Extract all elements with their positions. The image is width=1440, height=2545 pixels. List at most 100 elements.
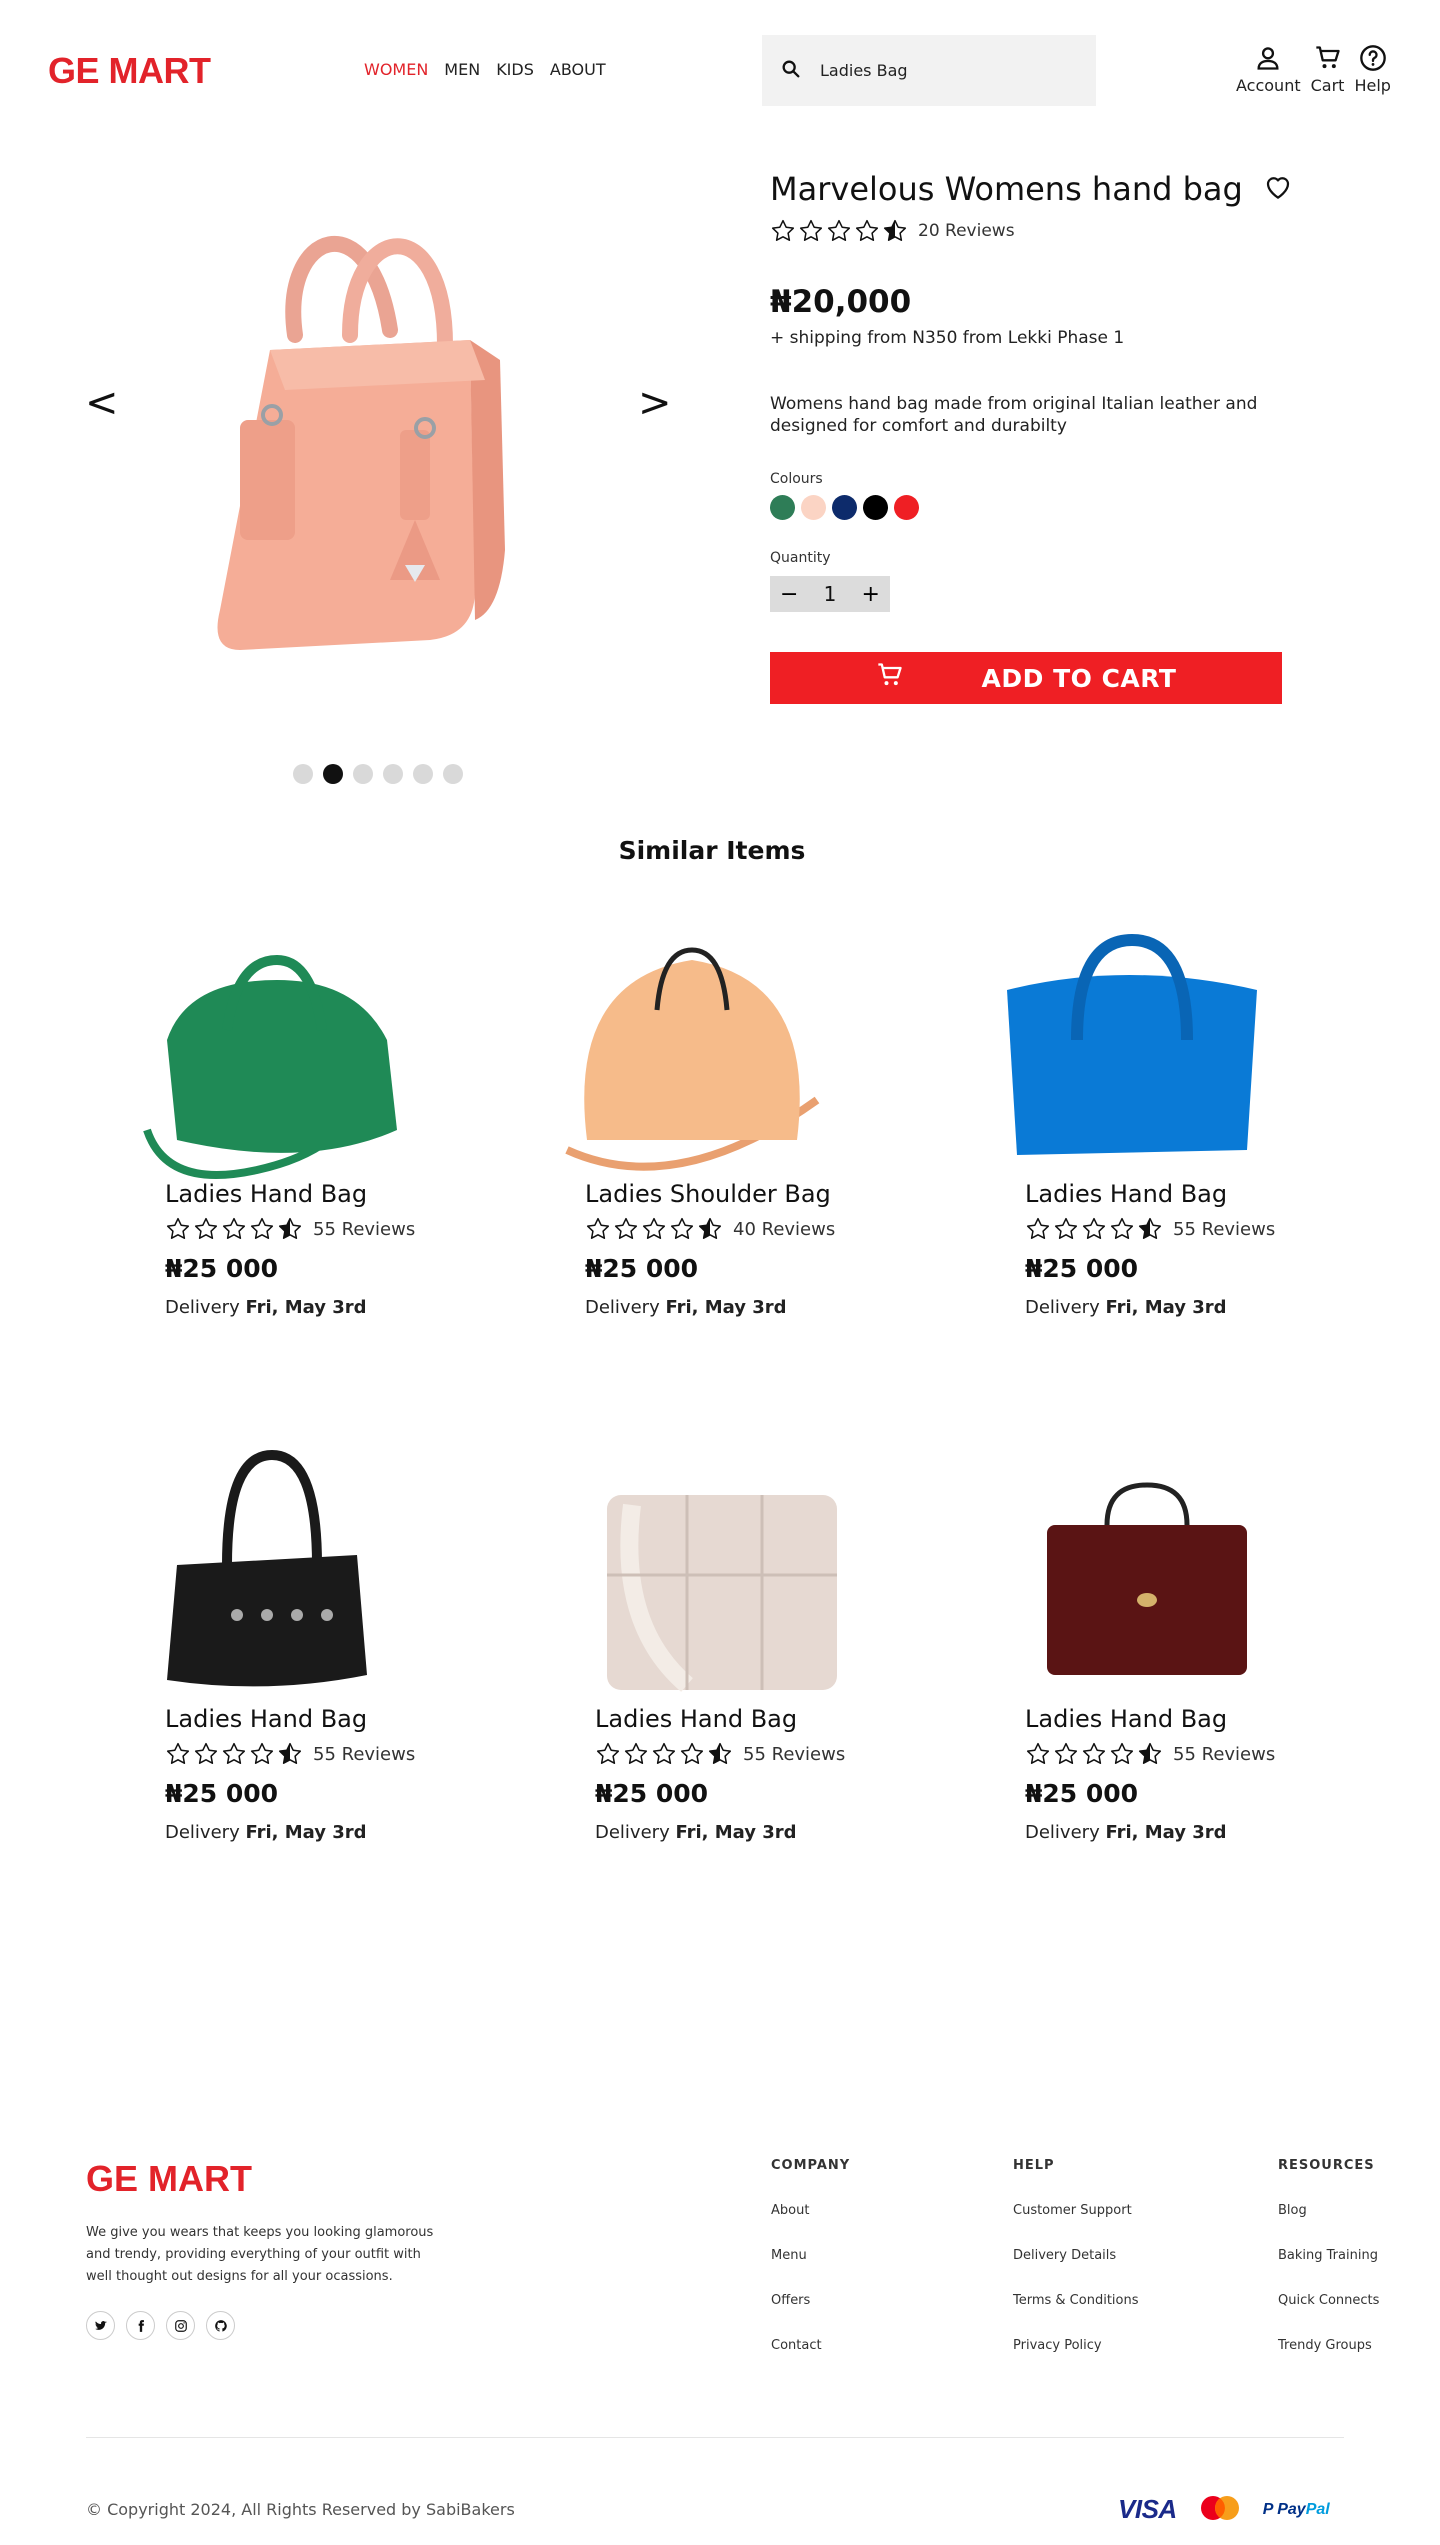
product-image (200, 190, 540, 674)
half-star-icon (1138, 1742, 1162, 1764)
product-card-name[interactable]: Ladies Hand Bag (1025, 1180, 1352, 1208)
colour-swatch[interactable] (770, 495, 795, 520)
product-card-name[interactable]: Ladies Shoulder Bag (585, 1180, 912, 1208)
footer-link-privacy[interactable]: Privacy Policy (1013, 2338, 1139, 2383)
footer-link-terms[interactable]: Terms & Conditions (1013, 2293, 1139, 2338)
review-count[interactable]: 55 Reviews (743, 1744, 845, 1765)
nav-women[interactable]: WOMEN (364, 60, 428, 79)
nav-kids[interactable]: KIDS (496, 60, 534, 79)
review-count[interactable]: 55 Reviews (313, 1219, 415, 1240)
star-icon (642, 1217, 666, 1239)
product-card-image[interactable] (92, 1425, 492, 1705)
gallery-dot[interactable] (293, 764, 313, 784)
footer-link-quick-connects[interactable]: Quick Connects (1278, 2293, 1379, 2338)
product-card-image[interactable] (952, 900, 1352, 1180)
product-rating: 20 Reviews (770, 218, 1310, 244)
product-card-image[interactable] (92, 900, 492, 1180)
star-icon (855, 219, 879, 241)
footer-link-customer-support[interactable]: Customer Support (1013, 2203, 1139, 2248)
star-icon (827, 219, 851, 241)
review-count[interactable]: 55 Reviews (1173, 1219, 1275, 1240)
nav-men[interactable]: MEN (444, 60, 480, 79)
product-card[interactable]: Ladies Hand Bag 55 Reviews ₦25 000 Deliv… (92, 900, 492, 1318)
product-price: ₦20,000 (770, 284, 912, 320)
facebook-icon[interactable] (126, 2311, 155, 2340)
footer-link-baking-training[interactable]: Baking Training (1278, 2248, 1379, 2293)
review-count[interactable]: 55 Reviews (1173, 1744, 1275, 1765)
quantity-stepper: − 1 + (770, 576, 890, 612)
help-button[interactable]: Help (1354, 44, 1391, 95)
product-card-price: ₦25 000 (1025, 1779, 1139, 1808)
search-input[interactable] (820, 61, 1070, 80)
shipping-info: + shipping from N350 from Lekki Phase 1 (770, 328, 1125, 348)
product-card-name[interactable]: Ladies Hand Bag (1025, 1705, 1352, 1733)
gallery-dot[interactable] (323, 764, 343, 784)
heart-icon[interactable] (1263, 172, 1293, 206)
gallery-dot[interactable] (383, 764, 403, 784)
gallery-dot[interactable] (413, 764, 433, 784)
github-icon[interactable] (206, 2311, 235, 2340)
product-card[interactable]: Ladies Hand Bag 55 Reviews ₦25 000 Deliv… (952, 900, 1352, 1318)
gallery-dot[interactable] (353, 764, 373, 784)
product-card[interactable]: Ladies Shoulder Bag 40 Reviews ₦25 000 D… (512, 900, 912, 1318)
product-card[interactable]: Ladies Hand Bag 55 Reviews ₦25 000 Deliv… (952, 1425, 1352, 1843)
decrease-quantity-button[interactable]: − (780, 582, 798, 607)
product-card-name[interactable]: Ladies Hand Bag (165, 1705, 492, 1733)
product-card[interactable]: Ladies Hand Bag 55 Reviews ₦25 000 Deliv… (522, 1425, 922, 1843)
similar-items-title: Similar Items (618, 836, 806, 865)
quantity-label: Quantity (770, 550, 831, 566)
quantity-value: 1 (823, 582, 837, 606)
product-card[interactable]: Ladies Hand Bag 55 Reviews ₦25 000 Deliv… (92, 1425, 492, 1843)
instagram-icon[interactable] (166, 2311, 195, 2340)
footer-link-contact[interactable]: Contact (771, 2338, 850, 2383)
cart-label: Cart (1310, 76, 1345, 95)
star-icon (194, 1217, 218, 1239)
nav-about[interactable]: ABOUT (550, 60, 606, 79)
colour-swatch[interactable] (801, 495, 826, 520)
footer-link-delivery-details[interactable]: Delivery Details (1013, 2248, 1139, 2293)
star-icon (1110, 1217, 1134, 1239)
increase-quantity-button[interactable]: + (862, 582, 880, 607)
product-info: Marvelous Womens hand bag 20 Reviews ₦20… (770, 170, 1310, 704)
review-count[interactable]: 40 Reviews (733, 1219, 835, 1240)
footer-col-resources: RESOURCES Blog Baking Training Quick Con… (1278, 2158, 1379, 2383)
colour-swatches (770, 495, 1310, 520)
product-card-image[interactable] (512, 900, 912, 1180)
product-card-price: ₦25 000 (595, 1779, 709, 1808)
delivery-info: Delivery Fri, May 3rd (595, 1822, 797, 1843)
visa-logo: VISA (1118, 2494, 1177, 2524)
help-label: Help (1354, 76, 1391, 95)
review-count[interactable]: 20 Reviews (918, 221, 1015, 241)
review-count[interactable]: 55 Reviews (313, 1744, 415, 1765)
cart-icon (876, 661, 904, 695)
cart-button[interactable]: Cart (1310, 44, 1345, 95)
footer-link-menu[interactable]: Menu (771, 2248, 850, 2293)
footer-link-blog[interactable]: Blog (1278, 2203, 1379, 2248)
twitter-icon[interactable] (86, 2311, 115, 2340)
product-card-rating: 55 Reviews (1025, 1216, 1352, 1242)
gallery-dot[interactable] (443, 764, 463, 784)
footer-link-trendy-groups[interactable]: Trendy Groups (1278, 2338, 1379, 2383)
paypal-logo: P PayPal (1262, 2500, 1330, 2518)
product-card-name[interactable]: Ladies Hand Bag (165, 1180, 492, 1208)
search-icon[interactable] (780, 58, 802, 84)
footer-col-company: COMPANY About Menu Offers Contact (771, 2158, 850, 2383)
footer-logo[interactable]: GE MART (86, 2158, 252, 2200)
prev-image-button[interactable]: < (85, 380, 119, 426)
next-image-button[interactable]: > (638, 380, 672, 426)
footer-link-about[interactable]: About (771, 2203, 850, 2248)
footer-link-offers[interactable]: Offers (771, 2293, 850, 2338)
colour-swatch[interactable] (863, 495, 888, 520)
star-icon (1054, 1217, 1078, 1239)
account-button[interactable]: Account (1236, 44, 1301, 95)
colour-swatch[interactable] (832, 495, 857, 520)
brand-logo[interactable]: GE MART (48, 50, 211, 92)
product-card-image[interactable] (522, 1425, 922, 1705)
product-card-name[interactable]: Ladies Hand Bag (595, 1705, 922, 1733)
half-star-icon (278, 1742, 302, 1764)
product-card-image[interactable] (952, 1425, 1352, 1705)
star-icon (596, 1742, 620, 1764)
star-icon (680, 1742, 704, 1764)
colour-swatch[interactable] (894, 495, 919, 520)
add-to-cart-button[interactable]: ADD TO CART (770, 652, 1282, 704)
